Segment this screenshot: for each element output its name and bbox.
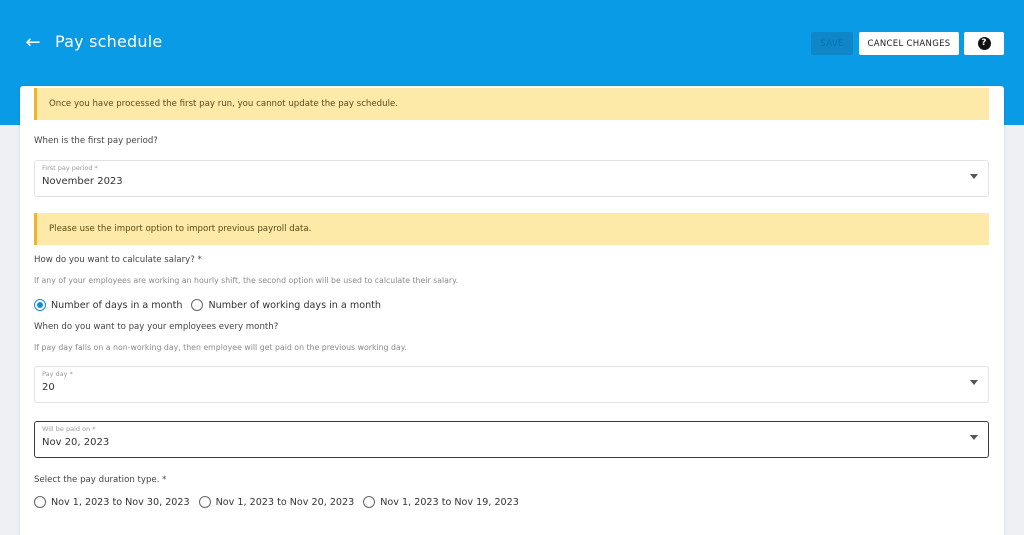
salary-hint: If any of your employees are working an …	[34, 276, 459, 285]
paid-on-value: Nov 20, 2023	[42, 437, 110, 448]
radio-checked-icon	[34, 299, 46, 311]
pay-day-hint: If pay day falls on a non-working day, t…	[34, 343, 407, 352]
help-icon: ?	[977, 37, 991, 50]
radio-label: Nov 1, 2023 to Nov 20, 2023	[215, 496, 355, 508]
radio-unchecked-icon	[363, 496, 376, 508]
radio-label: Nov 1, 2023 to Nov 30, 2023	[51, 496, 190, 508]
caret-down-icon	[970, 174, 978, 179]
caret-down-icon	[970, 380, 978, 385]
first-pay-period-select[interactable]: First pay period * November 2023	[34, 160, 989, 197]
first-pay-period-value: November 2023	[42, 176, 123, 187]
import-alert: Please use the import option to import p…	[34, 213, 989, 245]
radio-duration-30[interactable]: Nov 1, 2023 to Nov 30, 2023	[34, 496, 190, 508]
radio-working-days-in-month[interactable]: Number of working days in a month	[191, 299, 381, 311]
paid-on-label: Will be paid on *	[42, 425, 96, 433]
first-pay-period-label: First pay period *	[42, 164, 98, 172]
radio-label: Number of working days in a month	[208, 299, 381, 311]
radio-label: Nov 1, 2023 to Nov 19, 2023	[380, 496, 519, 508]
duration-question: Select the pay duration type. *	[34, 475, 167, 485]
radio-duration-19[interactable]: Nov 1, 2023 to Nov 19, 2023	[363, 496, 519, 508]
salary-calc-options: Number of days in a month Number of work…	[34, 297, 390, 313]
help-button[interactable]: ?	[964, 32, 1004, 55]
save-button[interactable]: SAVE	[811, 32, 853, 55]
radio-label: Number of days in a month	[51, 299, 183, 311]
pay-day-value: 20	[42, 382, 55, 393]
cancel-changes-button[interactable]: CANCEL CHANGES	[859, 32, 959, 55]
radio-unchecked-icon	[198, 496, 211, 508]
duration-options: Nov 1, 2023 to Nov 30, 2023 Nov 1, 2023 …	[34, 494, 528, 510]
pay-day-question: When do you want to pay your employees e…	[34, 322, 279, 332]
pay-day-label: Pay day *	[42, 370, 73, 378]
caret-down-icon	[970, 435, 978, 440]
first-period-question: When is the first pay period?	[34, 136, 158, 146]
radio-unchecked-icon	[191, 299, 204, 311]
radio-duration-20[interactable]: Nov 1, 2023 to Nov 20, 2023	[198, 496, 355, 508]
page-title: Pay schedule	[55, 32, 163, 51]
paid-on-select[interactable]: Will be paid on * Nov 20, 2023	[34, 421, 989, 458]
radio-days-in-month[interactable]: Number of days in a month	[34, 299, 182, 311]
pay-run-alert: Once you have processed the first pay ru…	[34, 88, 989, 120]
radio-unchecked-icon	[34, 496, 46, 508]
salary-question: How do you want to calculate salary? *	[34, 255, 202, 265]
back-arrow-icon[interactable]: ←	[22, 33, 44, 53]
pay-day-select[interactable]: Pay day * 20	[34, 366, 989, 403]
